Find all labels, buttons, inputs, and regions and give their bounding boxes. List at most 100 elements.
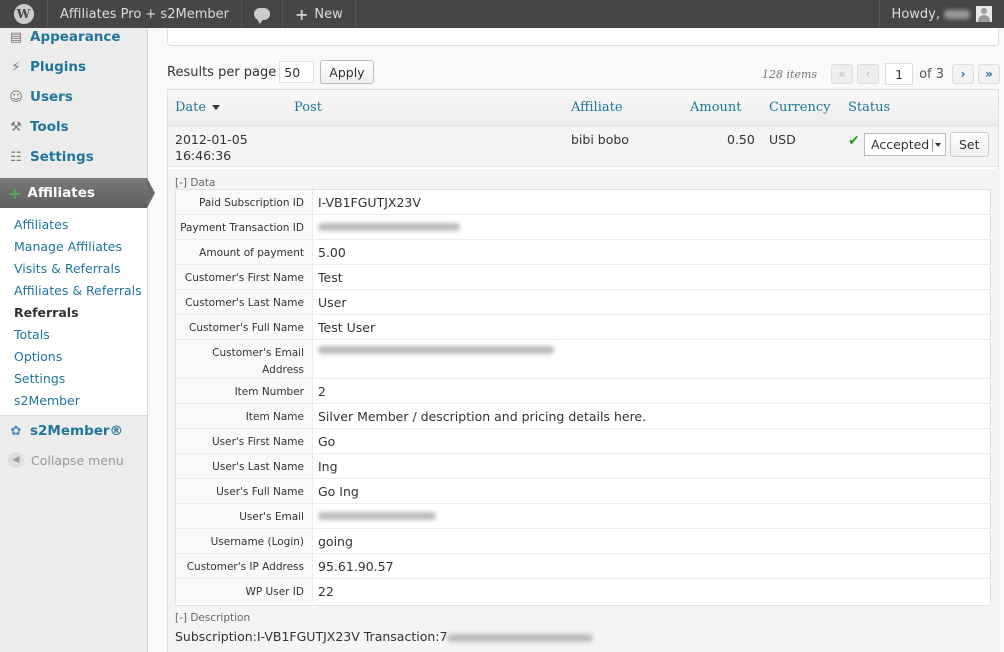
accepted-check-icon: ✔ <box>848 133 860 149</box>
menu-settings[interactable]: ☷ Settings <box>0 142 147 172</box>
status-select[interactable]: Accepted <box>864 133 946 156</box>
menu-label: Plugins <box>30 59 87 75</box>
howdy-label: Howdy, <box>891 6 940 22</box>
data-label: User's Full Name <box>176 479 312 503</box>
submenu-options[interactable]: Options <box>0 345 147 367</box>
submenu-referrals[interactable]: Referrals <box>0 301 147 323</box>
data-row: Item Name Silver Member / description an… <box>176 404 990 429</box>
plus-icon: + <box>294 4 309 24</box>
menu-s2member[interactable]: ✿ s2Member® <box>0 416 147 446</box>
affiliates-plus-icon: + <box>8 183 22 203</box>
data-value: Go <box>312 429 990 453</box>
col-amount[interactable]: Amount <box>690 100 742 115</box>
description-toggle[interactable]: [-] Description <box>175 612 250 624</box>
data-label: WP User ID <box>176 579 312 603</box>
col-status[interactable]: Status <box>848 100 890 115</box>
col-post[interactable]: Post <box>294 100 322 115</box>
first-page-button[interactable]: « <box>831 64 854 84</box>
current-page-input[interactable]: 1 <box>885 63 914 85</box>
chevron-down-icon <box>932 139 942 151</box>
data-label: Paid Subscription ID <box>176 190 312 214</box>
data-label: Customer's First Name <box>176 265 312 289</box>
submenu-s2member[interactable]: s2Member <box>0 389 147 411</box>
s2member-paw-icon: ✿ <box>10 423 22 439</box>
data-value: Ing <box>312 454 990 478</box>
col-currency[interactable]: Currency <box>769 100 830 115</box>
menu-tools[interactable]: ⚒ Tools <box>0 112 147 142</box>
submenu-settings[interactable]: Settings <box>0 367 147 389</box>
col-date-label: Date <box>175 100 207 115</box>
data-value: 5.00 <box>312 240 990 264</box>
menu-appearance[interactable]: ▤ Appearance <box>0 22 147 52</box>
data-value: I-VB1FGUTJX23V <box>312 190 990 214</box>
main-content: Results per page 50 Apply 128 items « ‹ … <box>149 28 1004 652</box>
row-currency: USD <box>769 132 796 147</box>
collapse-label: Collapse menu <box>31 452 124 468</box>
submenu-affiliates[interactable]: Affiliates <box>0 213 147 235</box>
new-content-menu[interactable]: + New <box>283 0 356 28</box>
submenu-affiliates-referrals[interactable]: Affiliates & Referrals <box>0 279 147 301</box>
submenu-manage-affiliates[interactable]: Manage Affiliates <box>0 235 147 257</box>
results-per-page-form: Results per page 50 Apply <box>167 60 374 84</box>
data-value: 22 <box>312 579 990 603</box>
avatar <box>976 6 992 22</box>
row-amount: 0.50 <box>727 132 755 147</box>
comment-bubble-icon <box>253 8 270 24</box>
menu-users[interactable]: ☺ Users <box>0 82 147 112</box>
data-label: Customer's IP Address <box>176 554 312 578</box>
data-label: Username (Login) <box>176 529 312 553</box>
comments-link[interactable] <box>242 0 283 28</box>
data-label: User's Email <box>176 504 312 528</box>
data-label: Item Name <box>176 404 312 428</box>
apply-button[interactable]: Apply <box>320 60 374 84</box>
data-value: 95.61.90.57 <box>312 554 990 578</box>
last-page-button[interactable]: » <box>978 64 1000 84</box>
data-value: Silver Member / description and pricing … <box>312 404 990 428</box>
collapse-menu-button[interactable]: ◀ Collapse menu <box>0 446 147 474</box>
col-affiliate[interactable]: Affiliate <box>571 100 623 115</box>
menu-label: s2Member® <box>30 423 124 439</box>
data-row: Paid Subscription ID I-VB1FGUTJX23V <box>176 190 990 215</box>
data-value <box>312 504 990 528</box>
pagination: 128 items « ‹ 1 of 3 › » <box>762 63 1000 85</box>
data-label: Payment Transaction ID <box>176 215 312 239</box>
data-row: User's First Name Go <box>176 429 990 454</box>
data-row: User's Email <box>176 504 990 529</box>
description-section: [-] Description Subscription:I-VB1FGUTJX… <box>168 609 1000 652</box>
set-status-button[interactable]: Set <box>950 132 989 157</box>
redacted-username <box>944 9 970 19</box>
data-label: Item Number <box>176 379 312 403</box>
data-label: User's Last Name <box>176 454 312 478</box>
submenu-visits-referrals[interactable]: Visits & Referrals <box>0 257 147 279</box>
data-value: Test <box>312 265 990 289</box>
menu-affiliates-current[interactable]: + Affiliates <box>0 178 155 208</box>
submenu-totals[interactable]: Totals <box>0 323 147 345</box>
redacted-user-email <box>318 512 436 520</box>
appearance-icon: ▤ <box>9 29 23 45</box>
menu-label: Tools <box>30 119 69 135</box>
settings-icon: ☷ <box>10 149 22 165</box>
data-value <box>312 215 990 239</box>
menu-plugins[interactable]: ⚡ Plugins <box>0 52 147 82</box>
redacted-transaction <box>447 633 594 642</box>
data-value: User <box>312 290 990 314</box>
account-menu[interactable]: Howdy, <box>878 0 1004 28</box>
site-title: Affiliates Pro + s2Member <box>60 6 229 22</box>
data-row: Username (Login) going <box>176 529 990 554</box>
data-label: Customer's Full Name <box>176 315 312 339</box>
next-page-button[interactable]: › <box>952 64 974 84</box>
plugin-icon: ⚡ <box>11 59 21 75</box>
data-row: User's Last Name Ing <box>176 454 990 479</box>
results-per-page-input[interactable]: 50 <box>279 61 315 83</box>
prev-page-button[interactable]: ‹ <box>857 64 880 84</box>
redacted-customer-email <box>318 346 554 354</box>
data-row: User's Full Name Go Ing <box>176 479 990 504</box>
col-date[interactable]: Date <box>175 100 221 115</box>
referrals-table: Date Post Affiliate Amount Currency Stat… <box>167 89 1000 652</box>
table-header: Date Post Affiliate Amount Currency Stat… <box>168 90 998 126</box>
data-label: Customer's Email Address <box>176 340 312 378</box>
data-toggle[interactable]: [-] Data <box>175 177 215 189</box>
table-row: 2012-01-05 16:46:36 bibi bobo 0.50 USD ✔… <box>168 126 998 167</box>
redacted-transaction-id <box>318 223 460 231</box>
data-row: Payment Transaction ID <box>176 215 990 240</box>
